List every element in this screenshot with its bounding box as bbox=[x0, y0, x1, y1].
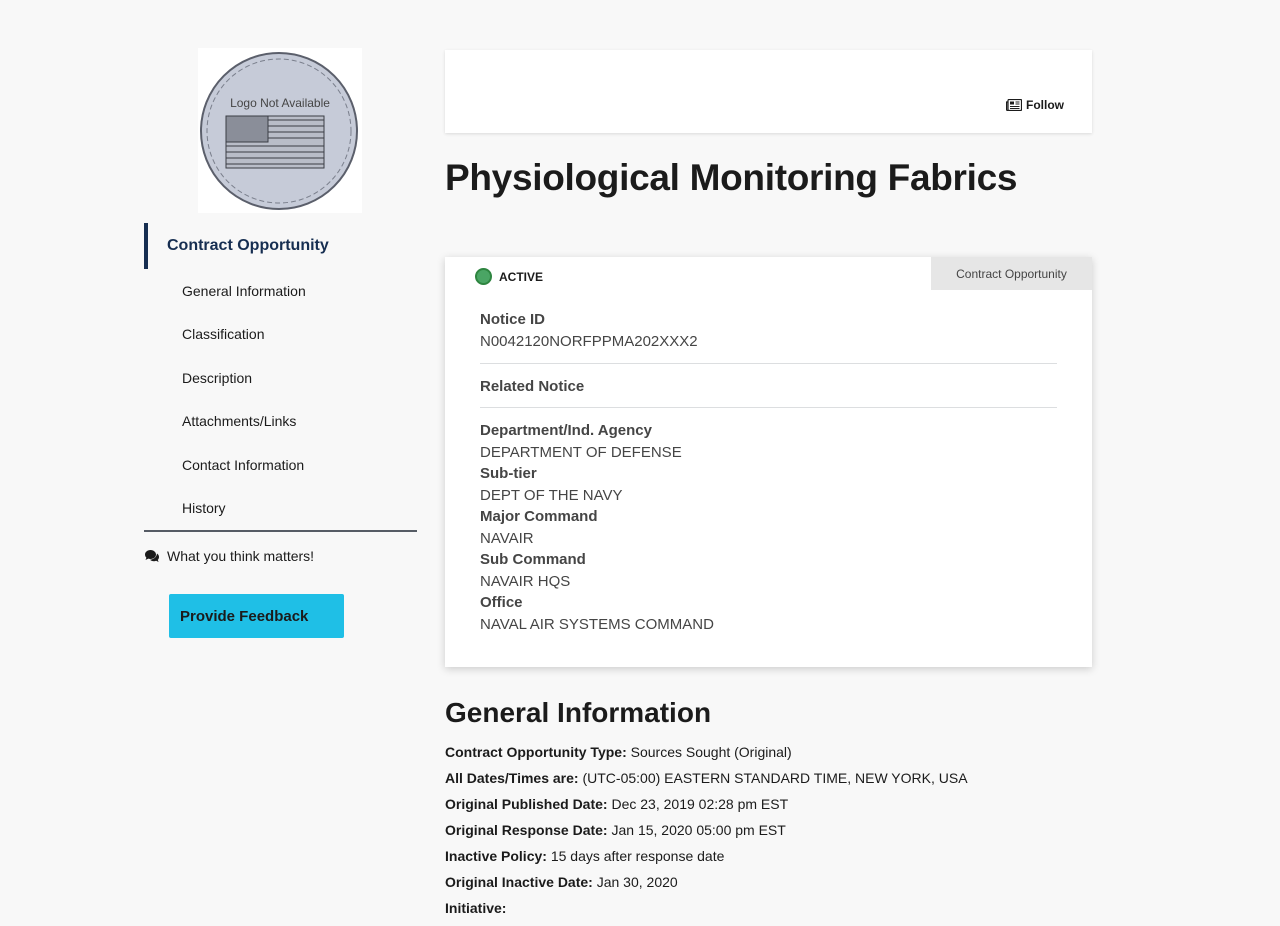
section-nav: Contract Opportunity General Information… bbox=[144, 223, 417, 530]
notice-type-tag: Contract Opportunity bbox=[931, 257, 1092, 290]
status-indicator: ACTIVE bbox=[475, 268, 543, 285]
sub-tier-label: Sub-tier bbox=[480, 465, 537, 482]
nav-item-description[interactable]: Description bbox=[144, 356, 417, 400]
info-key: All Dates/Times are: bbox=[445, 770, 579, 786]
sub-tier-value: DEPT OF THE NAVY bbox=[480, 486, 623, 504]
department-value: DEPARTMENT OF DEFENSE bbox=[480, 443, 682, 461]
sidebar-divider bbox=[144, 530, 417, 532]
notice-details: Notice ID N0042120NORFPPMA202XXX2 Relate… bbox=[480, 309, 1057, 635]
info-key: Inactive Policy: bbox=[445, 848, 547, 864]
nav-item-history[interactable]: History bbox=[144, 487, 417, 531]
info-row-inactive-date: Original Inactive Date: Jan 30, 2020 bbox=[445, 869, 1092, 895]
info-key: Original Response Date: bbox=[445, 822, 608, 838]
nav-heading-contract-opportunity[interactable]: Contract Opportunity bbox=[144, 223, 417, 269]
info-key: Original Published Date: bbox=[445, 796, 608, 812]
info-value: Sources Sought (Original) bbox=[626, 744, 792, 760]
related-notice-label: Related Notice bbox=[480, 378, 585, 395]
info-row-opportunity-type: Contract Opportunity Type: Sources Sough… bbox=[445, 739, 1092, 765]
agency-section: Department/Ind. Agency DEPARTMENT OF DEF… bbox=[480, 408, 1057, 635]
info-row-published-date: Original Published Date: Dec 23, 2019 02… bbox=[445, 791, 1092, 817]
feedback-prompt-text: What you think matters! bbox=[167, 548, 315, 564]
major-command-value: NAVAIR bbox=[480, 529, 534, 547]
status-label: ACTIVE bbox=[499, 269, 544, 284]
follow-button[interactable]: Follow bbox=[1006, 98, 1064, 112]
agency-logo: Logo Not Available bbox=[198, 48, 362, 213]
department-label: Department/Ind. Agency bbox=[480, 422, 652, 439]
office-value: NAVAL AIR SYSTEMS COMMAND bbox=[480, 615, 714, 633]
notice-id-value: N0042120NORFPPMA202XXX2 bbox=[480, 332, 698, 350]
nav-item-attachments-links[interactable]: Attachments/Links bbox=[144, 400, 417, 444]
info-value: 15 days after response date bbox=[546, 848, 725, 864]
nav-item-classification[interactable]: Classification bbox=[144, 313, 417, 357]
info-value: Jan 15, 2020 05:00 pm EST bbox=[607, 822, 786, 838]
nav-item-contact-information[interactable]: Contact Information bbox=[144, 443, 417, 487]
notice-id-section: Notice ID N0042120NORFPPMA202XXX2 bbox=[480, 309, 1057, 363]
info-value: Dec 23, 2019 02:28 pm EST bbox=[607, 796, 789, 812]
action-bar: Follow bbox=[445, 50, 1092, 133]
notice-summary-card: ACTIVE Contract Opportunity Notice ID N0… bbox=[445, 257, 1092, 667]
info-key: Contract Opportunity Type: bbox=[445, 744, 627, 760]
info-key: Original Inactive Date: bbox=[445, 874, 593, 890]
status-dot-icon bbox=[475, 268, 492, 285]
newspaper-icon bbox=[1006, 99, 1022, 111]
related-notice-section: Related Notice bbox=[480, 364, 1057, 407]
logo-caption: Logo Not Available bbox=[230, 96, 330, 110]
major-command-label: Major Command bbox=[480, 508, 598, 525]
info-value: Jan 30, 2020 bbox=[592, 874, 678, 890]
info-row-inactive-policy: Inactive Policy: 15 days after response … bbox=[445, 843, 1092, 869]
main-content: Follow Physiological Monitoring Fabrics … bbox=[445, 50, 1092, 921]
info-row-initiative: Initiative: bbox=[445, 895, 1092, 921]
seal-placeholder-icon bbox=[200, 52, 358, 210]
info-key: Initiative: bbox=[445, 900, 507, 916]
general-information-heading: General Information bbox=[445, 697, 712, 728]
feedback-prompt: What you think matters! bbox=[144, 548, 417, 564]
sidebar: Logo Not Available Contract Opportunity … bbox=[144, 48, 417, 638]
page-title: Physiological Monitoring Fabrics bbox=[445, 157, 1018, 198]
general-information-list: Contract Opportunity Type: Sources Sough… bbox=[445, 739, 1092, 921]
info-value: (UTC-05:00) EASTERN STANDARD TIME, NEW Y… bbox=[578, 770, 968, 786]
nav-item-general-information[interactable]: General Information bbox=[144, 269, 417, 313]
sub-command-value: NAVAIR HQS bbox=[480, 572, 571, 590]
provide-feedback-button[interactable]: Provide Feedback bbox=[169, 594, 344, 638]
follow-label: Follow bbox=[1026, 98, 1064, 112]
notice-id-label: Notice ID bbox=[480, 311, 546, 328]
comments-icon bbox=[145, 550, 159, 562]
info-row-timezone: All Dates/Times are: (UTC-05:00) EASTERN… bbox=[445, 765, 1092, 791]
sub-command-label: Sub Command bbox=[480, 551, 586, 568]
office-label: Office bbox=[480, 594, 523, 611]
info-row-response-date: Original Response Date: Jan 15, 2020 05:… bbox=[445, 817, 1092, 843]
